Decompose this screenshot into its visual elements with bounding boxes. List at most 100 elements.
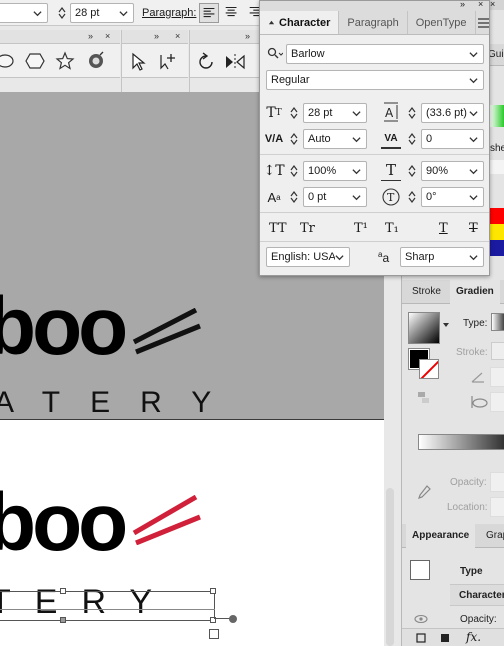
aspect-field[interactable] [490, 392, 504, 412]
font-size-stepper[interactable] [56, 4, 68, 22]
chevron-down-icon [352, 110, 361, 116]
leading-field[interactable]: (33.6 pt) [421, 103, 484, 123]
close-icon[interactable]: × [175, 31, 182, 41]
language-dropdown[interactable]: English: USA [266, 247, 350, 267]
baseline-shift-stepper[interactable] [288, 188, 300, 206]
polygon-tool-icon[interactable] [25, 52, 45, 70]
gradient-tab[interactable]: Gradien [450, 280, 500, 304]
font-size-stepper[interactable] [288, 104, 300, 122]
kerning-field[interactable]: Auto [303, 129, 367, 149]
leading-stepper[interactable] [406, 104, 418, 122]
selection-bounding-box[interactable] [0, 591, 215, 621]
angle-field[interactable] [490, 367, 504, 387]
swatch-red[interactable] [490, 208, 504, 224]
chopsticks-icon [132, 495, 201, 545]
swatches-tab[interactable]: she [490, 143, 504, 154]
kerning-stepper[interactable] [288, 130, 300, 148]
horizontal-scale-field[interactable]: 90% [421, 161, 484, 181]
panel-menu-icon[interactable] [477, 18, 489, 28]
all-caps-button[interactable]: TT [269, 221, 287, 236]
subscript-button[interactable]: T₁ [385, 221, 399, 236]
resize-handle[interactable] [60, 588, 66, 594]
tab-paragraph[interactable]: Paragraph [339, 11, 408, 34]
reflect-tool-icon[interactable] [224, 52, 246, 72]
gradient-slider[interactable] [418, 434, 504, 450]
logo-artwork-dark[interactable]: boo ATERY [0, 290, 384, 420]
opacity-field[interactable] [490, 472, 504, 492]
logo-artwork-selected[interactable]: boo TERY [0, 485, 384, 646]
location-field[interactable] [490, 497, 504, 517]
linear-gradient-button[interactable] [491, 313, 504, 331]
guide-tab[interactable]: Gui [488, 44, 504, 66]
baseline-shift-field[interactable]: 0 pt [303, 187, 367, 207]
close-icon[interactable]: × [105, 31, 112, 41]
vertical-scrollbar[interactable] [386, 488, 394, 646]
star-tool-icon[interactable] [55, 51, 75, 71]
font-style-dropdown[interactable] [0, 3, 48, 23]
add-new-stroke-icon[interactable] [416, 633, 426, 643]
align-left-button[interactable] [199, 3, 219, 23]
antialias-dropdown[interactable]: Sharp [400, 247, 484, 267]
rotation-field[interactable]: 0° [421, 187, 484, 207]
direct-selection-icon[interactable] [130, 52, 146, 72]
toggle-options-icon[interactable] [268, 19, 275, 26]
reverse-gradient-icon[interactable] [416, 390, 432, 406]
swatch-blue[interactable] [490, 240, 504, 256]
vertical-scale-field[interactable]: 100% [303, 161, 367, 181]
rotation-stepper[interactable] [406, 188, 418, 206]
font-size-field[interactable]: 28 pt [70, 3, 134, 23]
tracking-field[interactable]: 0 [421, 129, 484, 149]
stroke-gradient-button[interactable] [491, 342, 504, 360]
collapse-icon[interactable]: » [460, 0, 467, 9]
underline-button[interactable]: T [439, 221, 448, 236]
collapse-icon[interactable]: » [154, 31, 161, 41]
collapse-icon[interactable]: » [88, 31, 95, 41]
eyedropper-icon[interactable] [416, 484, 432, 502]
tab-opentype[interactable]: OpenType [408, 11, 476, 34]
chevron-down-icon[interactable] [442, 322, 450, 328]
add-new-fill-icon[interactable] [440, 633, 450, 643]
flare-tool-icon[interactable] [86, 51, 106, 71]
close-icon[interactable]: × [490, 0, 495, 9]
visibility-eye-icon[interactable] [414, 614, 428, 624]
color-spectrum-bar[interactable] [490, 105, 504, 127]
stroke-swatch[interactable] [419, 359, 439, 379]
tool-row [0, 44, 120, 78]
tracking-stepper[interactable] [406, 130, 418, 148]
small-caps-button[interactable]: Tr [300, 221, 315, 236]
vertical-scale-value: 100% [308, 165, 337, 177]
font-size-field[interactable]: 28 pt [303, 103, 367, 123]
text-threading-port[interactable] [229, 615, 237, 623]
swatch-empty[interactable] [490, 160, 504, 174]
appearance-opacity[interactable]: Opacity: [460, 614, 497, 625]
horizontal-scale-stepper[interactable] [406, 162, 418, 180]
down-arrow-icon [290, 139, 298, 145]
graphic-styles-tab[interactable]: Grap [486, 524, 504, 548]
resize-handle[interactable] [210, 588, 216, 594]
stroke-tab[interactable]: Stroke [412, 280, 441, 304]
appearance-tab[interactable]: Appearance [406, 524, 476, 548]
add-effect-button[interactable]: fx. [466, 630, 481, 644]
font-family-dropdown[interactable]: Barlow [286, 44, 484, 64]
close-icon[interactable]: × [478, 0, 483, 9]
align-center-button[interactable] [223, 3, 243, 23]
appearance-characters-row[interactable]: Characters [450, 584, 504, 606]
tab-character[interactable]: Character [260, 11, 340, 34]
resize-handle[interactable] [60, 617, 66, 623]
rotate-tool-icon[interactable] [196, 52, 216, 72]
chopsticks-icon [132, 308, 201, 355]
swatch-yellow[interactable] [490, 224, 504, 240]
gradient-preview[interactable] [408, 312, 440, 344]
add-anchor-point-icon[interactable] [158, 51, 178, 71]
out-port[interactable] [209, 629, 219, 639]
search-icon[interactable] [267, 47, 283, 61]
vertical-scale-stepper[interactable] [288, 162, 300, 180]
ellipse-tool-icon[interactable] [0, 52, 14, 70]
font-style-dropdown[interactable]: Regular [266, 70, 484, 90]
down-arrow-icon [290, 171, 298, 177]
superscript-button[interactable]: T¹ [354, 221, 368, 236]
paragraph-label[interactable]: Paragraph: [142, 7, 196, 19]
collapse-icon[interactable]: » [245, 31, 252, 41]
tool-row [190, 44, 259, 78]
strikethrough-button[interactable]: T [469, 221, 478, 236]
